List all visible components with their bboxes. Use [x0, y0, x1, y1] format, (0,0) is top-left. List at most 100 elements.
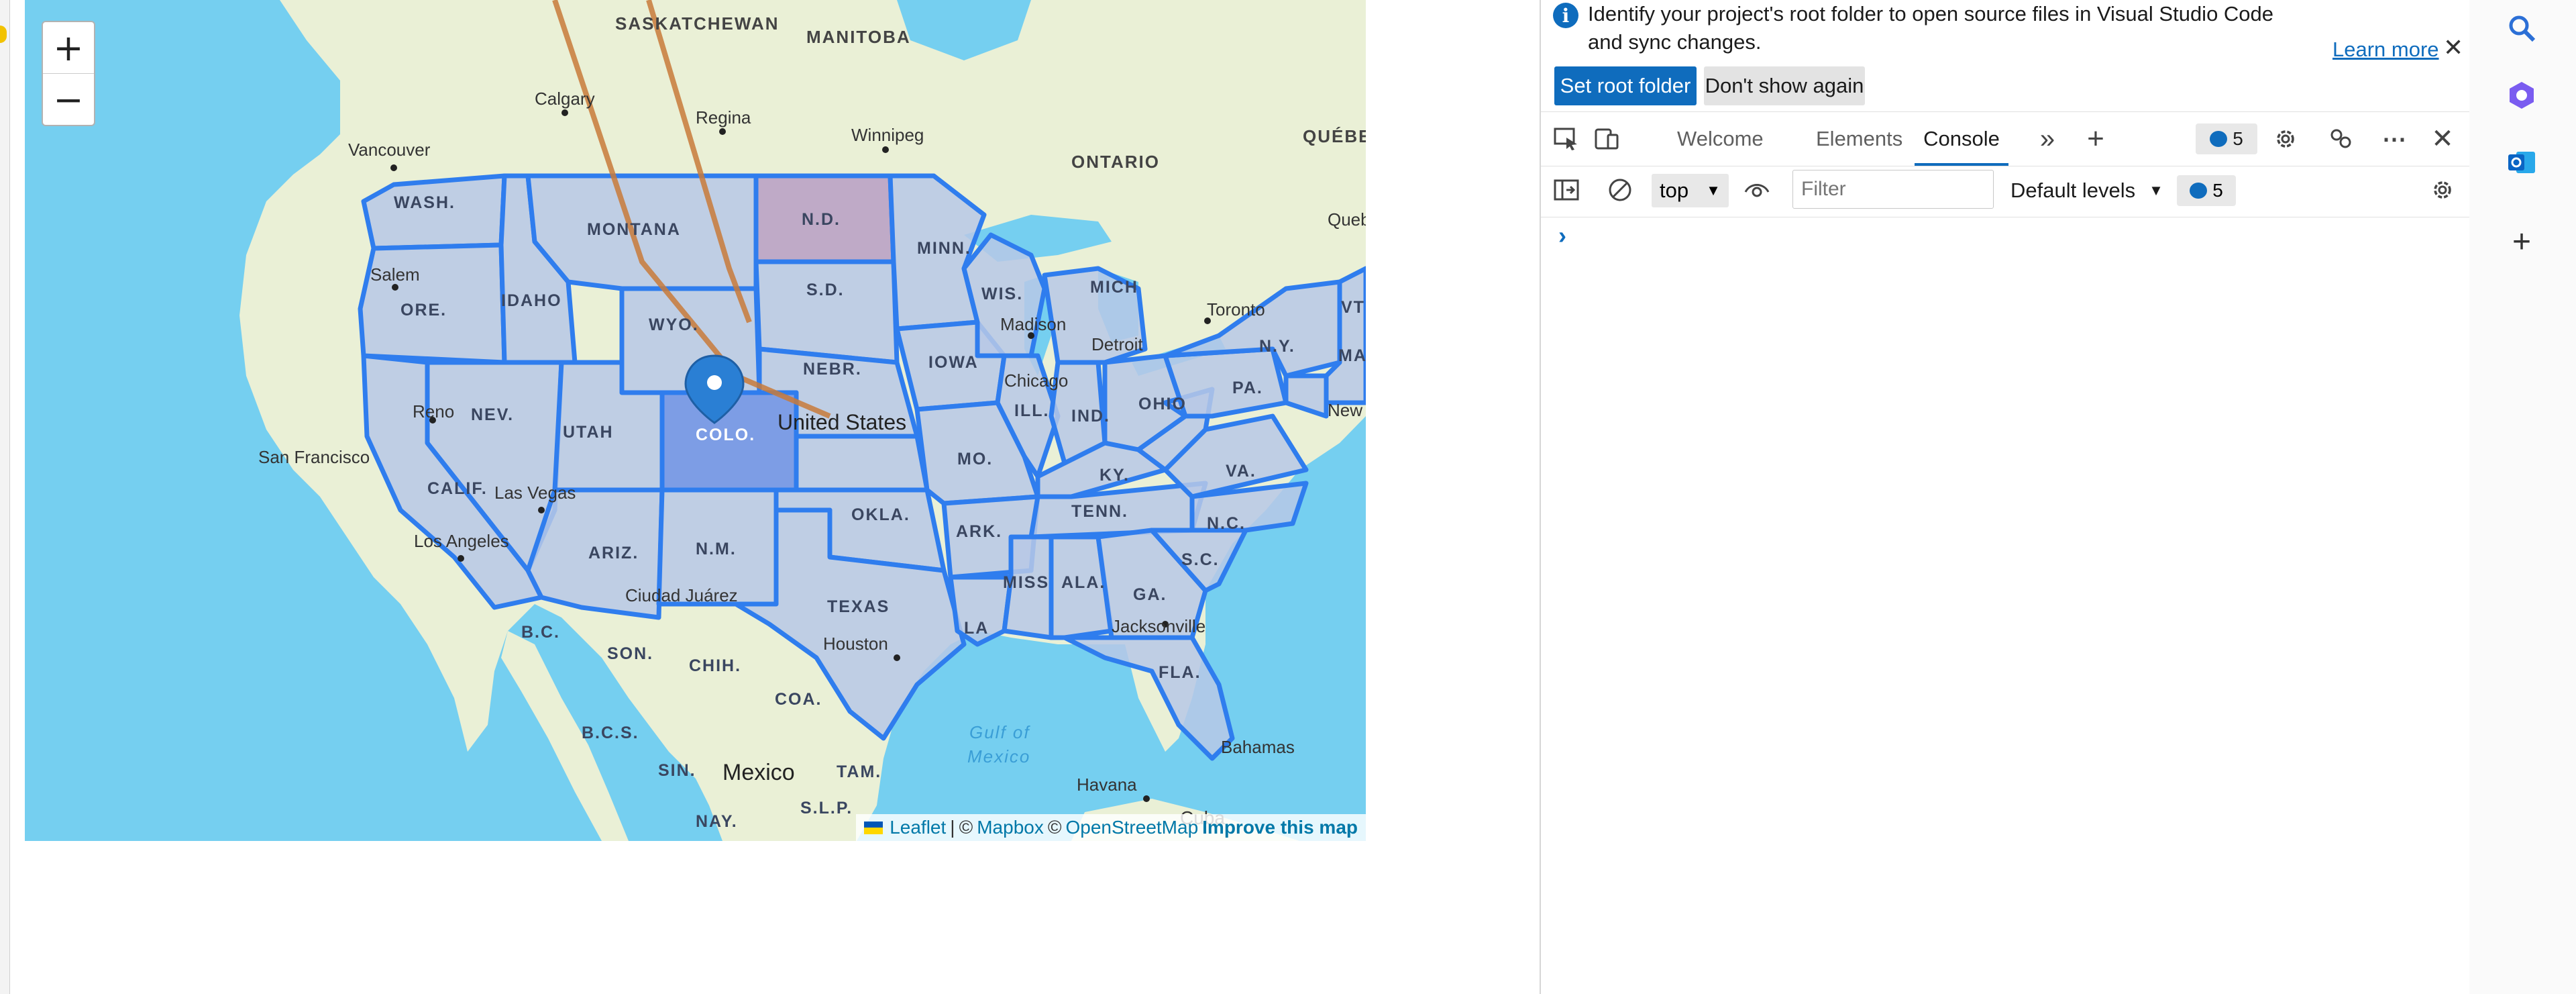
label-sin: SIN.	[658, 761, 696, 780]
label-ciudad-juarez: Ciudad Juárez	[625, 585, 738, 605]
filter-input[interactable]	[1792, 170, 1994, 209]
info-icon: i	[1553, 3, 1578, 28]
label-ohio: OHIO	[1138, 395, 1187, 413]
label-colo: COLO.	[696, 426, 755, 444]
label-winnipeg: Winnipeg	[851, 125, 924, 145]
copilot-icon[interactable]	[2502, 75, 2542, 115]
label-la: LA	[964, 619, 989, 638]
tab-elements[interactable]: Elements	[1816, 112, 1902, 166]
dropdown-arrow-icon: ▼	[2149, 182, 2163, 199]
label-ky: KY.	[1099, 466, 1130, 485]
city-dot-houston	[894, 654, 900, 661]
log-levels-label: Default levels	[2010, 179, 2136, 202]
toggle-sidebar-icon[interactable]	[1552, 177, 1581, 203]
label-salem: Salem	[370, 264, 420, 285]
label-ariz: ARIZ.	[588, 544, 639, 562]
messages-badge[interactable]: 5	[2177, 175, 2236, 206]
label-mexico: Mexico	[722, 760, 795, 785]
learn-more-link[interactable]: Learn more	[2332, 38, 2439, 62]
city-dot-vancouver	[390, 164, 397, 171]
add-tab-icon[interactable]: +	[2081, 122, 2110, 155]
label-wyo: WYO.	[649, 315, 699, 334]
clear-console-icon[interactable]	[1605, 177, 1635, 203]
label-coa: COA.	[775, 690, 822, 709]
label-vt: VT	[1341, 298, 1365, 317]
city-dot-winnipeg	[882, 146, 889, 153]
zoom-in-button[interactable]: +	[43, 22, 94, 73]
label-bcs: B.C.S.	[582, 724, 639, 742]
zoom-out-button[interactable]: −	[43, 73, 94, 125]
add-sidebar-app-icon[interactable]: +	[2502, 221, 2542, 262]
close-devtools-icon[interactable]: ✕	[2428, 124, 2457, 154]
set-root-folder-button[interactable]: Set root folder	[1554, 66, 1697, 105]
root-folder-infobar: i Identify your project's root folder to…	[1541, 0, 2469, 107]
map-canvas[interactable]: SASKATCHEWAN MANITOBA ONTARIO QUÉBEC Cal…	[25, 0, 1366, 841]
search-icon[interactable]	[2502, 8, 2542, 48]
label-montana: MONTANA	[587, 220, 681, 239]
label-chicago: Chicago	[1004, 370, 1068, 391]
issues-badge[interactable]: 5	[2196, 123, 2257, 154]
label-nev: NEV.	[471, 405, 514, 424]
label-pa: PA.	[1232, 379, 1263, 397]
more-options-icon[interactable]: ⋯	[2379, 125, 2409, 152]
log-levels-dropdown[interactable]: Default levels ▼	[2010, 172, 2163, 209]
label-havana: Havana	[1077, 775, 1137, 795]
label-bahamas: Bahamas	[1221, 737, 1295, 757]
label-iowa: IOWA	[928, 353, 979, 372]
context-value: top	[1660, 179, 1689, 202]
device-emulation-icon[interactable]	[1592, 126, 1621, 152]
label-mo: MO.	[957, 450, 993, 468]
label-quebec-city: Queb	[1328, 209, 1366, 230]
state-south-dakota[interactable]	[753, 259, 900, 365]
label-okla: OKLA.	[851, 505, 910, 524]
settings-gear-icon[interactable]	[2271, 126, 2300, 152]
close-infobar-icon[interactable]: ✕	[2443, 34, 2463, 62]
city-dot-calgary	[561, 109, 568, 116]
inspect-element-icon[interactable]	[1552, 126, 1581, 152]
dont-show-again-button[interactable]: Don't show again	[1704, 66, 1865, 105]
dropdown-arrow-icon: ▼	[1706, 182, 1721, 199]
context-selector[interactable]: top ▼	[1652, 174, 1729, 207]
tab-welcome[interactable]: Welcome	[1677, 112, 1764, 166]
feedback-icon[interactable]	[2326, 126, 2355, 152]
city-dot-lasvegas	[538, 507, 545, 513]
console-settings-gear-icon[interactable]	[2428, 177, 2457, 203]
tab-console[interactable]: Console	[1915, 112, 2008, 166]
issues-count: 5	[2233, 128, 2243, 149]
mapbox-link[interactable]: Mapbox	[977, 817, 1044, 838]
label-gulf1: Gulf of	[969, 722, 1030, 742]
label-calgary: Calgary	[535, 89, 595, 109]
browser-sidebar: +	[2469, 0, 2576, 994]
openstreetmap-link[interactable]: OpenStreetMap	[1065, 817, 1198, 838]
leaflet-link[interactable]: Leaflet	[890, 817, 946, 838]
infobar-message: Identify your project's root folder to o…	[1588, 2, 2274, 54]
label-gulf2: Mexico	[967, 746, 1030, 766]
label-idaho: IDAHO	[501, 291, 562, 310]
label-nm: N.M.	[696, 540, 737, 558]
label-tenn: TENN.	[1071, 502, 1128, 521]
improve-map-link[interactable]: Improve this map	[1202, 817, 1358, 838]
label-calif: CALIF.	[427, 479, 488, 498]
label-sc: S.C.	[1181, 550, 1220, 569]
map-container[interactable]: SASKATCHEWAN MANITOBA ONTARIO QUÉBEC Cal…	[25, 0, 1366, 841]
label-toronto: Toronto	[1207, 299, 1265, 319]
label-united-states: United States	[777, 410, 906, 434]
label-ny: N.Y.	[1259, 337, 1295, 356]
attribution-copyright: ©	[959, 817, 973, 838]
console-prompt-chevron[interactable]: ›	[1558, 221, 1566, 250]
label-vancouver: Vancouver	[348, 140, 431, 160]
map-attribution: Leaflet | © Mapbox © OpenStreetMap Impro…	[856, 814, 1366, 841]
label-nd: N.D.	[802, 210, 841, 229]
outlook-icon[interactable]	[2502, 142, 2542, 183]
live-expression-eye-icon[interactable]	[1742, 177, 1772, 203]
devtools-panel: i Identify your project's root folder to…	[1540, 0, 2471, 994]
city-dot-regina	[719, 128, 726, 135]
state-kansas[interactable]	[794, 434, 930, 493]
more-tabs-icon[interactable]: »	[2033, 124, 2062, 154]
label-ga: GA.	[1133, 585, 1167, 604]
label-wis: WIS.	[981, 285, 1023, 303]
ukraine-flag-icon	[864, 821, 883, 834]
label-manitoba: MANITOBA	[806, 27, 911, 47]
message-bubble-icon	[2210, 131, 2228, 147]
label-new-york: New Yo	[1328, 400, 1366, 420]
